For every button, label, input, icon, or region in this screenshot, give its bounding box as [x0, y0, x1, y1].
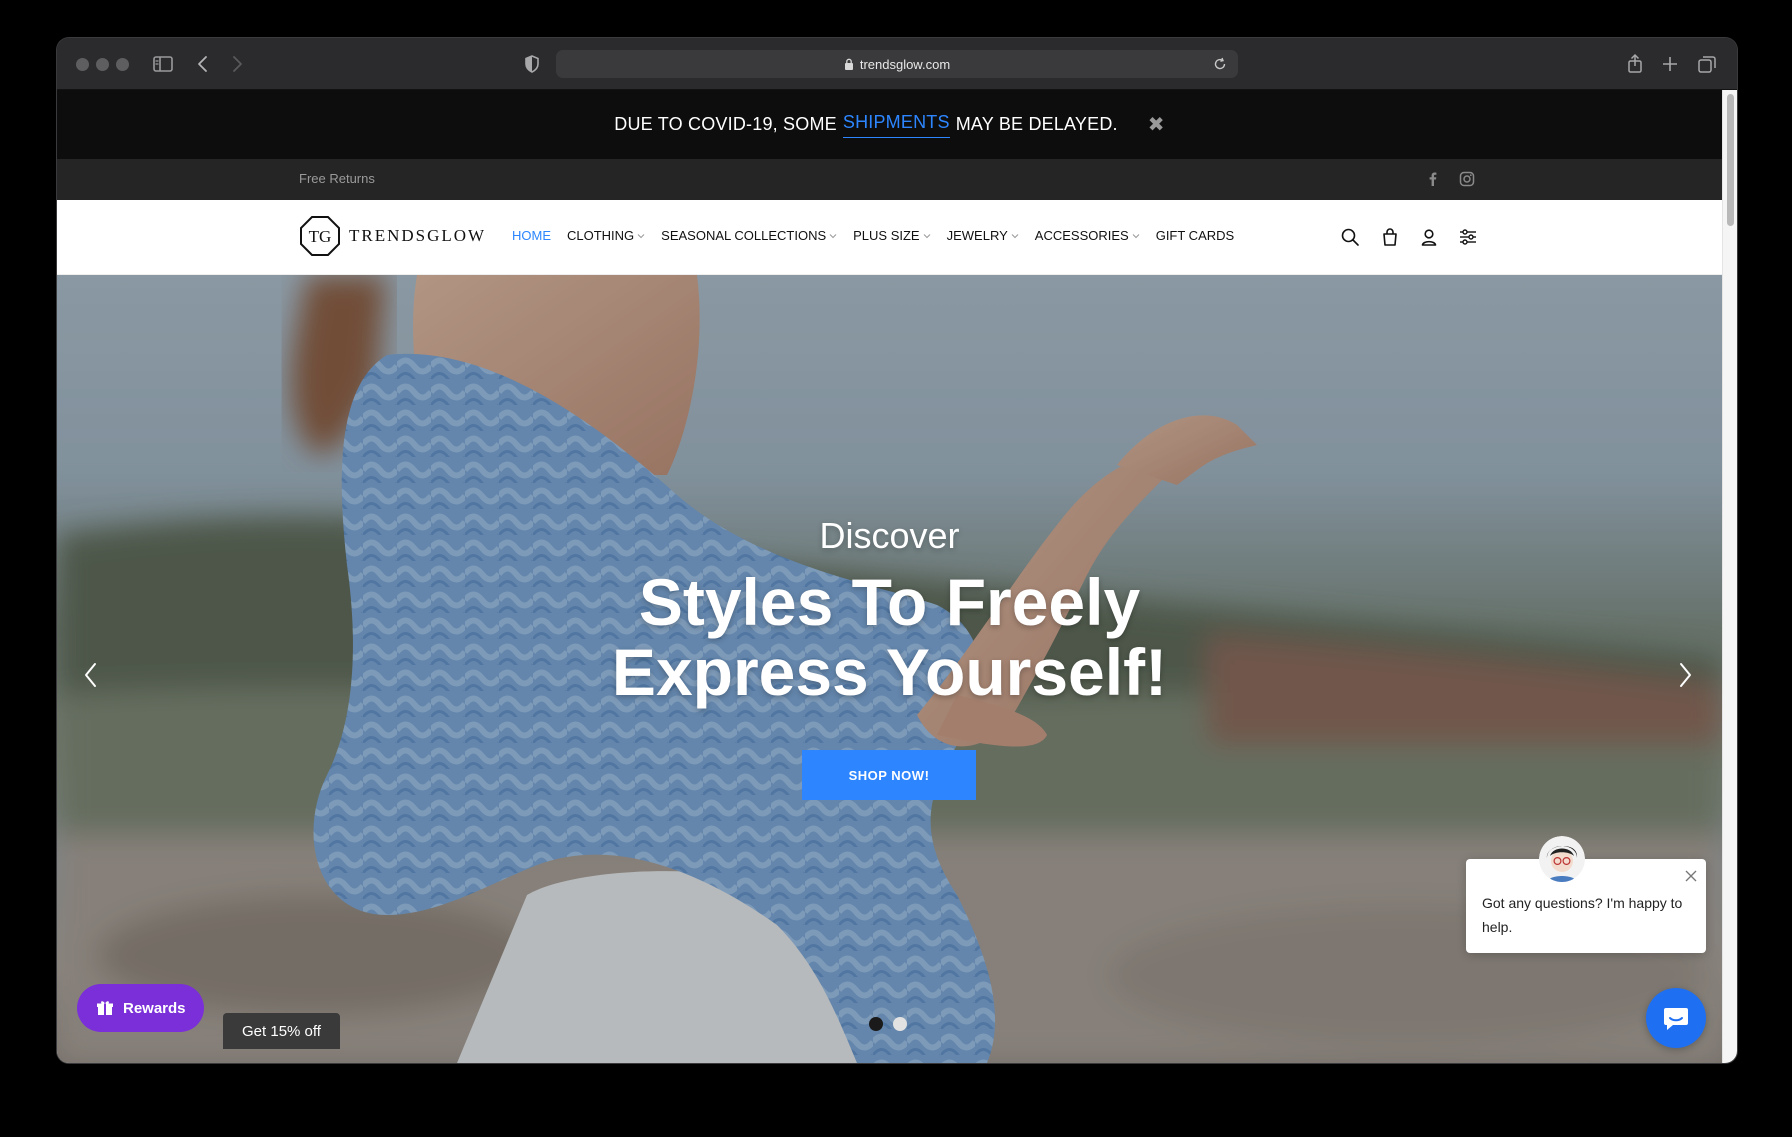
new-tab-icon[interactable] [1658, 52, 1682, 76]
rewards-button[interactable]: Rewards [77, 984, 204, 1032]
site-logo[interactable]: TG TRENDSGLOW [299, 215, 486, 257]
forward-icon[interactable] [225, 52, 249, 76]
share-icon[interactable] [1623, 52, 1647, 76]
menu-label: SEASONAL COLLECTIONS [661, 228, 827, 243]
shop-now-button[interactable]: SHOP NOW! [802, 750, 976, 800]
chat-popup: Got any questions? I'm happy to help. [1466, 859, 1706, 953]
chevron-down-icon [1132, 233, 1140, 238]
close-icon[interactable] [1684, 869, 1698, 883]
instagram-icon[interactable] [1458, 170, 1476, 188]
top-utility-bar: Free Returns [57, 159, 1722, 200]
shipments-link[interactable]: SHIPMENTS [842, 112, 950, 138]
user-icon[interactable] [1418, 226, 1440, 248]
slide-dot-1[interactable] [869, 1017, 883, 1031]
menu-item-plus-size[interactable]: PLUS SIZE [853, 228, 930, 243]
rewards-label: Rewards [123, 999, 186, 1017]
hero-title: Styles To Freely Express Yourself! [57, 567, 1722, 707]
browser-window: trendsglow.com DUE TO COVID-19, SOME SHI… [57, 38, 1737, 1063]
scrollbar-thumb[interactable] [1727, 94, 1734, 226]
reload-icon[interactable] [1212, 56, 1228, 72]
back-icon[interactable] [191, 52, 215, 76]
menu-label: ACCESSORIES [1034, 228, 1129, 243]
discount-tab[interactable]: Get 15% off [223, 1013, 340, 1049]
logo-mark: TG [300, 216, 340, 256]
menu-item-gift-cards[interactable]: GIFT CARDS [1156, 228, 1235, 243]
logo-mark-text: TG [309, 227, 332, 246]
facebook-icon[interactable] [1424, 170, 1442, 188]
chevron-down-icon [829, 233, 837, 238]
menu-label: GIFT CARDS [1155, 228, 1235, 243]
slider-pagination [869, 1017, 907, 1031]
menu-item-accessories[interactable]: ACCESSORIES [1035, 228, 1140, 243]
menu-item-clothing[interactable]: CLOTHING [567, 228, 645, 243]
menu-item-jewelry[interactable]: JEWELRY [947, 228, 1019, 243]
sidebar-icon[interactable] [151, 52, 175, 76]
chevron-down-icon [923, 233, 930, 238]
chat-icon [1664, 1008, 1688, 1030]
announcement-prefix: DUE TO COVID-19, SOME [614, 114, 837, 134]
menu-label: CLOTHING [567, 228, 635, 243]
tab-overview-icon[interactable] [1695, 52, 1719, 76]
slide-dot-2[interactable] [893, 1017, 907, 1031]
search-icon[interactable] [1339, 226, 1361, 248]
main-menu: HOME CLOTHING SEASONAL COLLECTIONS PLUS … [512, 228, 1234, 243]
minimize-window-button[interactable] [96, 58, 109, 71]
menu-label: HOME [512, 228, 551, 243]
chevron-down-icon [637, 233, 645, 238]
free-returns-text: Free Returns [299, 171, 375, 186]
gift-icon [97, 1001, 113, 1015]
prev-slide-icon[interactable] [79, 660, 103, 690]
browser-toolbar: trendsglow.com [57, 38, 1737, 90]
privacy-shield-icon[interactable] [520, 52, 544, 76]
close-window-button[interactable] [76, 58, 89, 71]
announcement-bar: DUE TO COVID-19, SOME SHIPMENTS MAY BE D… [57, 90, 1722, 159]
logo-wordmark: TRENDSGLOW [349, 226, 487, 245]
close-announcement-icon[interactable]: ✖ [1148, 112, 1165, 137]
address-bar[interactable]: trendsglow.com [556, 50, 1238, 78]
zoom-window-button[interactable] [116, 58, 129, 71]
chat-launcher-button[interactable] [1646, 988, 1706, 1048]
agent-avatar [1539, 836, 1585, 882]
hero-title-line-2: Express Yourself! [611, 635, 1168, 709]
next-slide-icon[interactable] [1673, 660, 1697, 690]
hero-title-line-1: Styles To Freely [638, 565, 1141, 639]
menu-item-seasonal-collections[interactable]: SEASONAL COLLECTIONS [661, 228, 837, 243]
page-scrollbar[interactable] [1722, 90, 1737, 1063]
menu-label: JEWELRY [946, 228, 1008, 243]
window-controls[interactable] [76, 58, 129, 71]
main-header: TG TRENDSGLOW HOME CLOTHING SEASONAL COL… [57, 200, 1722, 275]
bag-icon[interactable] [1379, 226, 1401, 248]
chat-message: Got any questions? I'm happy to help. [1482, 895, 1683, 935]
lock-icon [844, 58, 853, 70]
hero-subtitle: Discover [819, 515, 960, 556]
settings-icon[interactable] [1457, 226, 1479, 248]
menu-item-home[interactable]: HOME [512, 228, 551, 243]
menu-label: PLUS SIZE [853, 228, 920, 243]
announcement-suffix: MAY BE DELAYED. [955, 114, 1118, 134]
url-text: trendsglow.com [859, 56, 951, 72]
chevron-down-icon [1011, 233, 1019, 238]
